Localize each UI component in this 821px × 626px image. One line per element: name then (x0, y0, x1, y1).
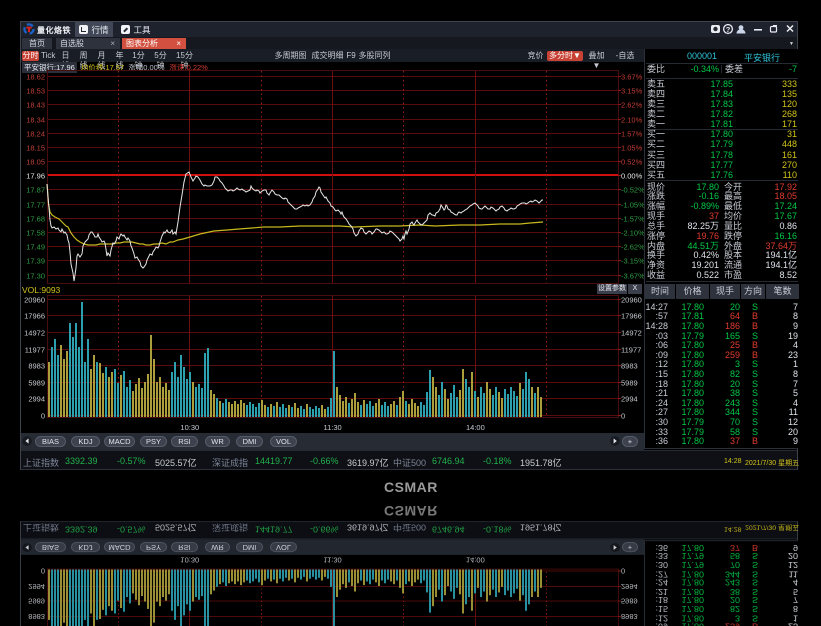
svg-text:18.62: 18.62 (26, 72, 45, 81)
svg-text:2994: 2994 (621, 394, 638, 403)
svg-text:17.30: 17.30 (26, 271, 45, 280)
svg-text:11:30: 11:30 (323, 556, 341, 565)
svg-text:18.34: 18.34 (26, 115, 45, 124)
svg-text:0: 0 (41, 566, 45, 575)
svg-text:18.15: 18.15 (26, 143, 45, 152)
svg-text:14:00: 14:00 (466, 423, 485, 432)
svg-text:17.77: 17.77 (26, 200, 45, 209)
svg-text:2994: 2994 (28, 582, 45, 591)
svg-text:18.05: 18.05 (26, 157, 45, 166)
svg-text:5989: 5989 (621, 378, 638, 387)
svg-text:-3.15%: -3.15% (621, 256, 644, 265)
svg-text:11977: 11977 (25, 345, 45, 354)
svg-text:2.10%: 2.10% (621, 115, 643, 124)
svg-text:5989: 5989 (28, 378, 45, 387)
svg-text:20960: 20960 (621, 295, 642, 304)
svg-text:17966: 17966 (621, 311, 642, 320)
svg-text:1.57%: 1.57% (621, 129, 643, 138)
svg-text:8983: 8983 (28, 361, 45, 370)
svg-text:11:30: 11:30 (323, 423, 341, 432)
svg-text:-0.52%: -0.52% (621, 185, 644, 194)
svg-text:10:30: 10:30 (180, 423, 199, 432)
svg-text:17966: 17966 (24, 311, 45, 320)
svg-text:11977: 11977 (621, 345, 641, 354)
svg-text:14:00: 14:00 (466, 556, 485, 565)
svg-text:5989: 5989 (621, 597, 638, 606)
svg-text:-2.10%: -2.10% (621, 228, 644, 237)
svg-text:17.87: 17.87 (26, 185, 45, 194)
svg-text:17.96: 17.96 (26, 171, 45, 180)
svg-text:0: 0 (41, 411, 45, 420)
svg-text:18.43: 18.43 (26, 100, 45, 109)
svg-text:17.68: 17.68 (26, 214, 45, 223)
svg-text:VOL:9093: VOL:9093 (22, 285, 61, 295)
svg-text:18.24: 18.24 (26, 129, 45, 138)
svg-text:?: ? (726, 25, 731, 34)
svg-text:-1.57%: -1.57% (621, 214, 644, 223)
svg-text:2994: 2994 (621, 582, 638, 591)
svg-text:0: 0 (621, 566, 625, 575)
svg-text:5989: 5989 (28, 597, 45, 606)
svg-text:0.52%: 0.52% (621, 157, 643, 166)
svg-text:-1.05%: -1.05% (621, 200, 644, 209)
svg-text:14972: 14972 (621, 328, 642, 337)
svg-text:0.00%: 0.00% (621, 171, 643, 180)
svg-text:1.05%: 1.05% (621, 143, 643, 152)
svg-text:17.39: 17.39 (26, 256, 45, 265)
svg-text:8983: 8983 (28, 612, 45, 621)
svg-text:3.15%: 3.15% (621, 86, 643, 95)
svg-text:18.53: 18.53 (26, 86, 45, 95)
svg-text:2994: 2994 (28, 394, 45, 403)
svg-text:8983: 8983 (621, 361, 638, 370)
svg-text:17.49: 17.49 (26, 242, 45, 251)
svg-text:14972: 14972 (24, 328, 45, 337)
svg-text:8983: 8983 (621, 612, 638, 621)
svg-text:0: 0 (621, 411, 625, 420)
svg-text:17.58: 17.58 (26, 228, 45, 237)
svg-text:-3.67%: -3.67% (621, 271, 644, 280)
svg-text:-2.62%: -2.62% (621, 242, 644, 251)
svg-text:2.62%: 2.62% (621, 100, 643, 109)
svg-text:3.67%: 3.67% (621, 72, 643, 81)
svg-text:20960: 20960 (24, 295, 45, 304)
svg-text:10:30: 10:30 (180, 556, 199, 565)
